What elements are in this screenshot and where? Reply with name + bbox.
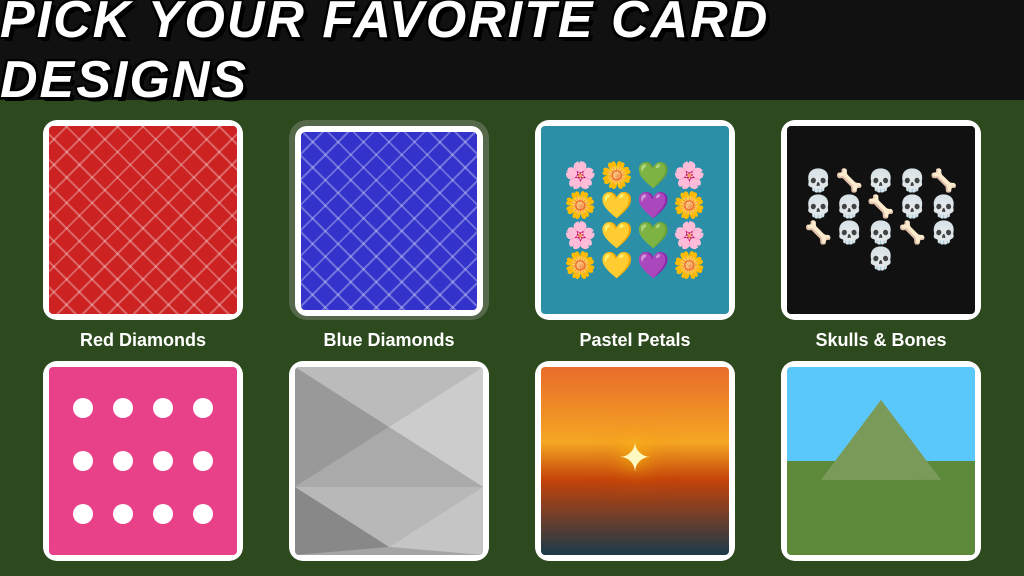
card-wrapper-sunset [535, 361, 735, 561]
card-inner-polygon [289, 361, 489, 561]
card-label-red-diamonds: Red Diamonds [80, 330, 206, 351]
card-wrapper-red-diamonds [43, 120, 243, 320]
card-item-red-diamonds[interactable]: Red Diamonds [30, 120, 256, 351]
cards-grid: Red Diamonds Blue Diamonds 🌸 🌼 💚 🌸 🌼 💛 💜 [0, 100, 1024, 571]
card-label-blue-diamonds: Blue Diamonds [323, 330, 454, 351]
card-design-pastel-petals: 🌸 🌼 💚 🌸 🌼 💛 💜 🌼 🌸 💛 💚 🌸 🌼 💛 💜 🌼 [535, 120, 735, 320]
card-inner-landscape [781, 361, 981, 561]
page-title: PICK YOUR FAVORITE CARD DESIGNS [0, 0, 1024, 110]
card-inner-pink-dots [43, 361, 243, 561]
card-wrapper-pastel-petals: 🌸 🌼 💚 🌸 🌼 💛 💜 🌼 🌸 💛 💚 🌸 🌼 💛 💜 🌼 [535, 120, 735, 320]
card-inner-skulls-bones: 💀 🦴 💀 💀 🦴 💀 💀 🦴 💀 💀 🦴 💀 💀 🦴 💀 💀 [781, 120, 981, 320]
card-inner-blue-diamonds [295, 126, 483, 316]
card-label-pastel-petals: Pastel Petals [579, 330, 690, 351]
card-design-blue-diamonds [295, 126, 483, 316]
card-design-red-diamonds [43, 120, 243, 320]
card-design-sunset [535, 361, 735, 561]
card-item-blue-diamonds[interactable]: Blue Diamonds [276, 120, 502, 351]
card-item-pink-dots[interactable] [30, 361, 256, 561]
card-design-pink-dots [43, 361, 243, 561]
card-item-sunset[interactable] [522, 361, 748, 561]
card-inner-pastel-petals: 🌸 🌼 💚 🌸 🌼 💛 💜 🌼 🌸 💛 💚 🌸 🌼 💛 💜 🌼 [535, 120, 735, 320]
card-wrapper-polygon [289, 361, 489, 561]
card-label-skulls-bones: Skulls & Bones [815, 330, 946, 351]
card-design-skulls-bones: 💀 🦴 💀 💀 🦴 💀 💀 🦴 💀 💀 🦴 💀 💀 🦴 💀 💀 [781, 120, 981, 320]
card-item-pastel-petals[interactable]: 🌸 🌼 💚 🌸 🌼 💛 💜 🌼 🌸 💛 💚 🌸 🌼 💛 💜 🌼 [522, 120, 748, 351]
card-design-polygon [289, 361, 489, 561]
card-wrapper-pink-dots [43, 361, 243, 561]
card-item-skulls-bones[interactable]: 💀 🦴 💀 💀 🦴 💀 💀 🦴 💀 💀 🦴 💀 💀 🦴 💀 💀 [768, 120, 994, 351]
card-item-polygon[interactable] [276, 361, 502, 561]
card-item-landscape[interactable] [768, 361, 994, 561]
card-inner-sunset [535, 361, 735, 561]
mountain-shape-1 [821, 400, 941, 480]
card-wrapper-landscape [781, 361, 981, 561]
card-wrapper-blue-diamonds [289, 120, 489, 320]
card-inner-red-diamonds [43, 120, 243, 320]
card-wrapper-skulls-bones: 💀 🦴 💀 💀 🦴 💀 💀 🦴 💀 💀 🦴 💀 💀 🦴 💀 💀 [781, 120, 981, 320]
card-design-landscape [781, 361, 981, 561]
header: PICK YOUR FAVORITE CARD DESIGNS [0, 0, 1024, 100]
